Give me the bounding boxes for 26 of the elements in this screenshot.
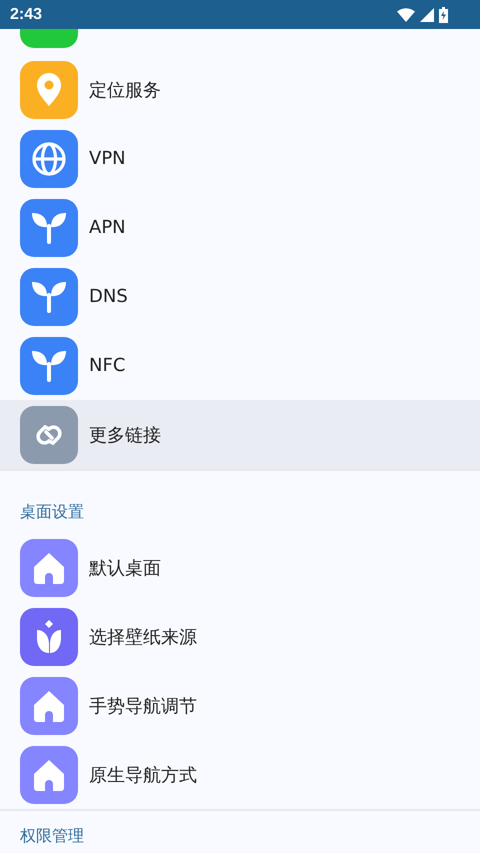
wifi-icon: [397, 8, 415, 22]
battery-icon: [439, 6, 448, 22]
item-label: DNS: [89, 286, 128, 307]
settings-item[interactable]: NFC: [0, 331, 480, 400]
item-label: 选择壁纸来源: [89, 626, 197, 648]
settings-item[interactable]: 手势导航调节: [0, 671, 480, 740]
settings-item[interactable]: APN: [0, 193, 480, 262]
item-label: 更多链接: [89, 424, 161, 446]
settings-item[interactable]: VPN: [0, 124, 480, 193]
item-label: 定位服务: [89, 78, 161, 102]
settings-item[interactable]: 更多链接: [0, 400, 480, 469]
settings-item[interactable]: 默认桌面: [0, 533, 480, 602]
item-label: 原生导航方式: [89, 764, 197, 786]
settings-item[interactable]: 原生导航方式: [0, 740, 480, 809]
settings-item[interactable]: 选择壁纸来源: [0, 602, 480, 671]
item-label: NFC: [89, 355, 126, 376]
item-label: VPN: [89, 148, 126, 169]
item-label: APN: [89, 217, 126, 238]
settings-item[interactable]: 定位服务: [0, 55, 480, 124]
section-header: 桌面设置: [20, 502, 84, 522]
signal-icon: [420, 8, 434, 22]
item-label: 手势导航调节: [89, 694, 197, 718]
section-header: 权限管理: [20, 826, 84, 846]
item-label: 默认桌面: [89, 556, 161, 580]
settings-item[interactable]: DNS: [0, 262, 480, 331]
clock-time: 2:43: [10, 6, 42, 24]
